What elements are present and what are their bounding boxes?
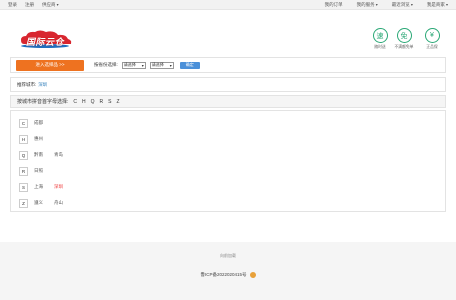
letter-link-s[interactable]: S: [108, 99, 111, 105]
city-link[interactable]: 日照: [34, 168, 54, 174]
site-logo[interactable]: 国际云仓: [18, 28, 74, 50]
city-group-h: H 惠州: [19, 131, 437, 147]
letter-index-bar: 按城市拼音首字母选择: C H Q R S Z: [10, 95, 446, 108]
recommended-city-link[interactable]: 深圳: [38, 82, 47, 88]
city-group-s: S 上海 深圳: [19, 179, 437, 195]
letter-badge: R: [19, 166, 28, 176]
city-link[interactable]: 惠州: [34, 136, 54, 142]
footer: 向前加载 鲁ICP备2022020415号: [0, 242, 456, 300]
letter-badge: H: [19, 134, 28, 144]
recommended-cities: 推荐城市: 深圳: [10, 77, 446, 92]
city-link[interactable]: 遵义: [34, 200, 54, 206]
recommended-label: 推荐城市:: [17, 81, 37, 87]
yen-icon: ¥: [424, 28, 440, 43]
login-link[interactable]: 登录: [8, 2, 17, 8]
letter-badge: C: [19, 118, 28, 128]
service-label: 随时送: [374, 45, 386, 49]
icp-text[interactable]: 鲁ICP备2022020415号: [200, 272, 246, 278]
site-nav-dropdown[interactable]: 供应商: [42, 2, 59, 8]
province-select-value: 请选择: [123, 62, 136, 67]
city-link[interactable]: 上海: [34, 184, 54, 190]
merchant-dropdown[interactable]: 我是商家: [427, 2, 448, 8]
free-icon: 免: [396, 28, 412, 43]
letter-link-q[interactable]: Q: [91, 99, 95, 105]
delivery-icon: 速: [372, 28, 388, 43]
letter-badge: Z: [19, 198, 28, 208]
province-select-label: 按省份选择:: [94, 62, 118, 67]
service-label: 正品保: [426, 45, 438, 49]
my-service-dropdown[interactable]: 我的服务: [357, 2, 378, 8]
city-link[interactable]: 舟山: [54, 200, 74, 206]
letter-index-label: 按城市拼音首字母选择:: [17, 99, 69, 105]
service-genuine[interactable]: ¥ 正品保: [418, 28, 446, 50]
footer-about-link[interactable]: 向前加载: [0, 253, 456, 259]
enter-products-button[interactable]: 进入选择品 >>: [16, 59, 84, 71]
city-link-active[interactable]: 深圳: [54, 184, 74, 190]
city-link[interactable]: 成都: [34, 120, 54, 126]
city-select-value: 请选择: [151, 62, 164, 67]
letter-link-h[interactable]: H: [82, 99, 86, 105]
letter-link-r[interactable]: R: [100, 99, 104, 105]
city-link[interactable]: 黔南: [34, 152, 54, 158]
city-list: C 成都 H 惠州 Q 黔南 青岛 R 日照 S 上海 深圳 Z 遵义 舟山: [10, 110, 446, 212]
footer-icp: 鲁ICP备2022020415号: [0, 272, 456, 278]
province-selector-bar: 进入选择品 >> 按省份选择: 请选择 请选择 确定: [10, 57, 446, 73]
city-group-z: Z 遵义 舟山: [19, 195, 437, 211]
police-badge-icon: [249, 272, 256, 278]
confirm-button[interactable]: 确定: [179, 61, 200, 69]
recent-view-dropdown[interactable]: 最近浏览: [392, 2, 413, 8]
letter-link-z[interactable]: Z: [117, 99, 120, 105]
city-group-q: Q 黔南 青岛: [19, 147, 437, 163]
my-orders-link[interactable]: 我的订单: [325, 2, 343, 8]
top-bar: 登录 注册 供应商 我的订单 我的服务 最近浏览 我是商家: [0, 0, 456, 10]
letter-badge: Q: [19, 150, 28, 160]
province-select[interactable]: 请选择: [121, 61, 146, 69]
city-link[interactable]: 青岛: [54, 152, 74, 158]
city-group-c: C 成都: [19, 115, 437, 131]
service-label: 不满额免单: [394, 45, 414, 49]
logo-text: 国际云仓: [26, 37, 65, 47]
header: 国际云仓 速 随时送 免 不满额免单 ¥ 正品保: [0, 10, 456, 50]
service-free-order[interactable]: 免 不满额免单: [390, 28, 418, 50]
register-link[interactable]: 注册: [25, 2, 34, 8]
letter-badge: S: [19, 182, 28, 192]
city-select[interactable]: 请选择: [149, 61, 174, 69]
letter-link-c[interactable]: C: [73, 99, 77, 105]
city-group-r: R 日照: [19, 163, 437, 179]
